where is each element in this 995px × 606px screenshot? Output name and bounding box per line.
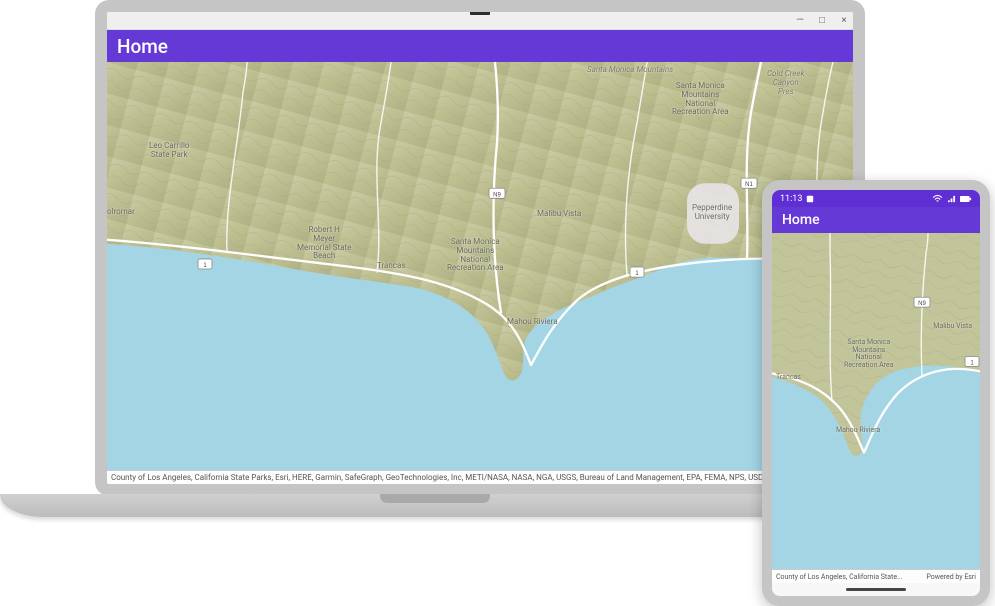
map-label-trancas: Trancas bbox=[776, 374, 801, 382]
map-label-trancas: Trancas bbox=[377, 262, 405, 271]
svg-text:N1: N1 bbox=[745, 182, 753, 188]
laptop-screen: ···· — □ × Home bbox=[107, 12, 853, 484]
map-label-smm-nra: Santa Monica Mountains National Recreati… bbox=[672, 82, 729, 117]
app-header-bar: Home bbox=[107, 30, 853, 62]
maximize-button[interactable]: □ bbox=[817, 15, 827, 26]
attribution-text: County of Los Angeles, California State.… bbox=[776, 573, 903, 581]
attribution-text: County of Los Angeles, California State … bbox=[111, 473, 768, 482]
map-label-smm-nra2: Santa Monica Mountains National Recreati… bbox=[844, 339, 894, 370]
battery-icon bbox=[960, 195, 972, 203]
map-attribution-bar: County of Los Angeles, California State … bbox=[107, 470, 853, 484]
map-label-robert-meyer: Robert H Meyer Memorial State Beach bbox=[297, 226, 351, 261]
debug-icon bbox=[806, 195, 814, 203]
phone-status-bar: 11:13 bbox=[772, 190, 980, 207]
laptop-trackpad-notch bbox=[380, 494, 490, 503]
window-drag-handle[interactable]: ···· bbox=[470, 12, 490, 15]
close-button[interactable]: × bbox=[839, 15, 849, 26]
phone-device-frame: 11:13 Home bbox=[762, 180, 990, 606]
phone-home-indicator[interactable] bbox=[846, 588, 906, 591]
svg-text:N9: N9 bbox=[493, 192, 501, 198]
phone-screen: 11:13 Home bbox=[772, 190, 980, 596]
map-label-mahou: Mahou Riviera bbox=[836, 427, 880, 435]
app-header-bar: Home bbox=[772, 207, 980, 233]
page-title: Home bbox=[117, 35, 168, 58]
phone-bezel: 11:13 Home bbox=[762, 180, 990, 606]
map-label-olromar: olromar bbox=[107, 208, 135, 217]
laptop-device-frame: ···· — □ × Home bbox=[0, 0, 870, 517]
svg-text:N9: N9 bbox=[918, 301, 926, 307]
map-attribution-bar: County of Los Angeles, California State.… bbox=[772, 569, 980, 583]
map-label-smm: Santa Monica Mountains bbox=[587, 66, 673, 75]
map-label-leo-carrillo: Leo Carrillo State Park bbox=[149, 142, 189, 160]
phone-nav-bar bbox=[772, 583, 980, 596]
wifi-icon bbox=[932, 195, 943, 203]
map-label-smm-nra2: Santa Monica Mountains National Recreati… bbox=[447, 238, 504, 273]
map-label-cold-creek: Cold Creek Canyon Pres bbox=[767, 70, 804, 96]
laptop-base bbox=[0, 494, 870, 517]
signal-icon bbox=[947, 195, 956, 203]
map-label-mahou: Mahou Riviera bbox=[507, 318, 558, 327]
map-viewport[interactable]: 1 N9 Malibu Vista Trancas Mahou Riviera … bbox=[772, 233, 980, 569]
minimize-button[interactable]: — bbox=[795, 15, 805, 26]
status-time: 11:13 bbox=[780, 194, 802, 204]
map-label-malibu-vista: Malibu Vista bbox=[933, 323, 972, 331]
powered-by-text: Powered by Esri bbox=[926, 573, 976, 581]
map-terrain: 1 N9 bbox=[772, 233, 980, 569]
map-label-pepperdine: Pepperdine University bbox=[692, 204, 732, 222]
map-viewport[interactable]: 1 1 1 N9 N1 Santa Monica Mountains Santa… bbox=[107, 62, 853, 470]
page-title: Home bbox=[782, 212, 820, 228]
laptop-bezel: ···· — □ × Home bbox=[95, 0, 865, 496]
map-label-malibu-vista: Malibu Vista bbox=[537, 210, 581, 219]
